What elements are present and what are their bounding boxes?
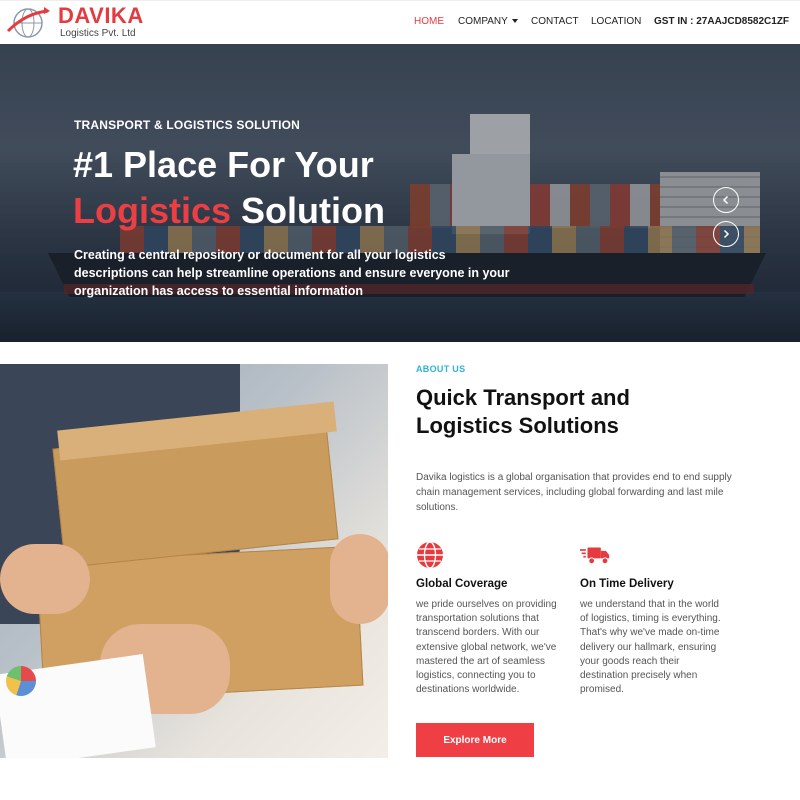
explore-more-button[interactable]: Explore More	[416, 723, 534, 757]
feature-on-time-delivery-text: we understand that in the world of logis…	[580, 599, 721, 696]
hero-title: #1 Place For Your Logistics Solution	[73, 142, 385, 234]
chevron-left-icon	[722, 195, 729, 205]
hero-banner: TRANSPORT & LOGISTICS SOLUTION #1 Place …	[0, 44, 800, 342]
top-navbar: DAVIKA Logistics Pvt. Ltd HOME COMPANY C…	[0, 0, 800, 44]
about-image-hand-right	[330, 534, 388, 624]
hero-title-rest: Solution	[231, 190, 385, 231]
about-title: Quick Transport and Logistics Solutions	[416, 385, 630, 438]
gst-number: GST IN : 27AAJCD8582C1ZF	[654, 16, 790, 27]
hero-title-accent: Logistics	[73, 190, 232, 231]
feature-on-time-delivery-title: On Time Delivery	[580, 578, 674, 590]
slider-prev-button[interactable]	[713, 187, 739, 213]
nav-company-label: COMPANY	[458, 16, 508, 27]
globe-icon	[417, 541, 443, 569]
nav-contact-link[interactable]: CONTACT	[531, 16, 579, 27]
about-image-hand-left	[0, 544, 90, 614]
nav-home-link[interactable]: HOME	[414, 16, 444, 27]
fast-truck-icon	[580, 547, 610, 565]
about-kicker: ABOUT US	[416, 364, 466, 374]
about-image-pie-chart	[6, 666, 36, 696]
chevron-down-icon	[511, 19, 518, 24]
slider-next-button[interactable]	[713, 221, 739, 247]
hero-title-line1: #1 Place For Your	[73, 144, 374, 185]
hero-description: Creating a central repository or documen…	[74, 248, 510, 298]
about-description: Davika logistics is a global organisatio…	[416, 472, 732, 513]
feature-global-coverage-text: we pride ourselves on providing transpor…	[416, 599, 557, 696]
nav-menu: HOME COMPANY CONTACT LOCATION GST IN : 2…	[0, 1, 800, 45]
nav-company-link[interactable]: COMPANY	[458, 16, 518, 27]
feature-global-coverage-title: Global Coverage	[416, 578, 508, 590]
about-image-boxes	[0, 364, 388, 758]
nav-location-link[interactable]: LOCATION	[591, 16, 641, 27]
hero-kicker: TRANSPORT & LOGISTICS SOLUTION	[74, 118, 301, 132]
chevron-right-icon	[723, 229, 730, 239]
